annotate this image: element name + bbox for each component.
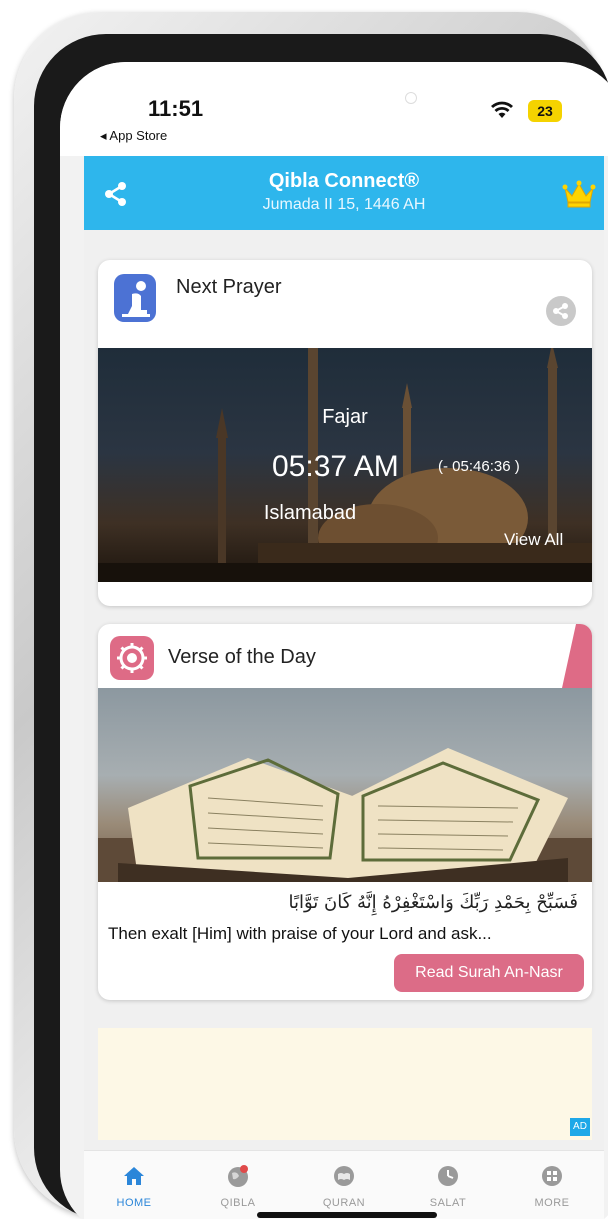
home-indicator[interactable]: [257, 1212, 437, 1218]
mosque-night-image: Fajar 05:37 AM (- 05:46:36 ) Islamabad V…: [98, 348, 592, 582]
crown-icon[interactable]: [562, 178, 596, 208]
status-bar: 11:51 ◂ App Store 23: [60, 62, 608, 156]
back-to-app-store[interactable]: ◂ App Store: [100, 128, 167, 144]
tab-quran[interactable]: QURAN: [300, 1163, 388, 1209]
verse-arabic-text: فَسَبِّحْ بِحَمْدِ رَبِّكَ وَاسْتَغْفِرْ…: [288, 892, 579, 913]
more-grid-icon: [539, 1163, 565, 1189]
tab-quran-label: QURAN: [322, 1197, 366, 1209]
bottom-tab-bar: HOME QIBLA QURAN SALAT MORE: [84, 1150, 604, 1219]
read-surah-button[interactable]: Read Surah An-Nasr: [394, 954, 584, 992]
ad-badge: AD: [570, 1118, 590, 1136]
next-prayer-title: Next Prayer: [176, 276, 282, 298]
tab-qibla-label: QIBLA: [220, 1197, 256, 1209]
screen: 11:51 ◂ App Store 23 Qibla Connect® Juma…: [60, 62, 608, 1219]
home-icon: [121, 1163, 147, 1189]
tab-salat[interactable]: SALAT: [404, 1163, 492, 1209]
prayer-name: Fajar: [322, 406, 368, 428]
hijri-date: Jumada II 15, 1446 AH: [262, 196, 426, 213]
dynamic-island: [230, 86, 480, 144]
tab-qibla[interactable]: QIBLA: [194, 1163, 282, 1209]
next-prayer-card[interactable]: Next Prayer Fajar 05:37 AM (- 05:46:36)…: [98, 260, 592, 606]
view-all-link[interactable]: View All: [504, 530, 563, 550]
card-share-icon[interactable]: [546, 296, 576, 326]
prayer-time: 05:37 AM: [272, 450, 399, 483]
app-title: Qibla Connect®: [268, 170, 420, 192]
verse-of-the-day-card[interactable]: Verse of the Day فَسَبِّحْ بِحَمْدِ رَبِ…: [98, 624, 592, 1000]
page: 11:51 ◂ App Store 23 Qibla Connect® Juma…: [0, 0, 608, 1219]
praying-person-icon: [114, 274, 156, 322]
status-time: 11:51: [148, 96, 204, 121]
tab-more-label: MORE: [534, 1197, 570, 1209]
content-area: Next Prayer Fajar 05:37 AM (- 05:46:36)…: [84, 230, 604, 1150]
verse-gear-icon: [110, 636, 154, 680]
tab-more[interactable]: MORE: [508, 1163, 596, 1209]
qibla-globe-icon: [225, 1163, 251, 1189]
prayer-city: Islamabad: [263, 502, 357, 524]
open-quran-image: [98, 688, 592, 882]
tab-home[interactable]: HOME: [90, 1163, 178, 1209]
camera-dot: [405, 92, 417, 104]
tab-home-label: HOME: [116, 1197, 152, 1209]
ad-banner[interactable]: AD: [98, 1028, 592, 1140]
prayer-countdown: (- 05:46:36 ): [438, 458, 520, 475]
phone-frame: 11:51 ◂ App Store 23 Qibla Connect® Juma…: [14, 12, 608, 1219]
tab-salat-label: SALAT: [429, 1197, 467, 1209]
phone-bezel: 11:51 ◂ App Store 23 Qibla Connect® Juma…: [34, 34, 608, 1219]
battery-indicator: 23: [528, 100, 562, 122]
verse-title: Verse of the Day: [168, 646, 316, 668]
wifi-icon: [490, 100, 514, 126]
clock-icon: [435, 1163, 461, 1189]
app-header: Qibla Connect® Jumada II 15, 1446 AH: [84, 156, 604, 230]
quran-icon: [331, 1163, 357, 1189]
verse-english-text: Then exalt [Him] with praise of your Lor…: [108, 924, 492, 943]
